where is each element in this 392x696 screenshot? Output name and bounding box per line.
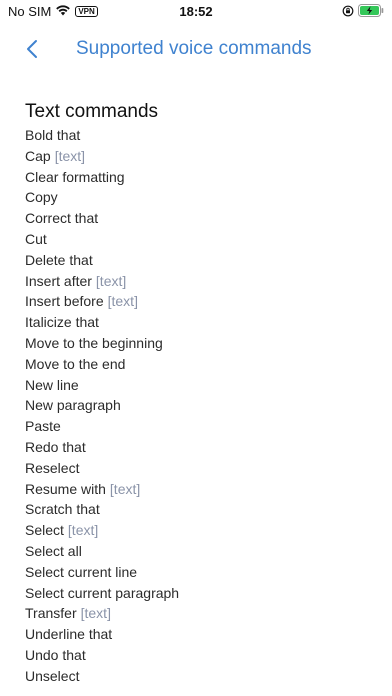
command-label: Insert after xyxy=(25,272,92,289)
command-argument: [text] xyxy=(107,293,138,310)
orientation-lock-icon xyxy=(342,5,354,20)
command-label: Underline that xyxy=(25,626,113,643)
command-item: Reselect xyxy=(25,458,375,479)
command-label: Paste xyxy=(25,418,61,435)
command-argument: [text] xyxy=(67,522,99,539)
command-item: Correct that xyxy=(25,208,375,229)
command-item: Clear formatting xyxy=(25,167,375,188)
command-item: Select current line xyxy=(25,562,375,583)
command-item: New paragraph xyxy=(25,395,375,416)
chevron-left-icon xyxy=(26,39,38,64)
command-label: Move to the end xyxy=(25,355,126,372)
command-label: Transfer xyxy=(25,605,77,622)
command-label: Cut xyxy=(25,230,47,247)
command-item: Select all xyxy=(25,541,375,562)
command-item: Bold that xyxy=(25,125,375,146)
command-item: Select current paragraph xyxy=(25,583,375,604)
command-label: Bold that xyxy=(25,127,81,143)
command-item: Resume with [text] xyxy=(25,479,375,500)
command-argument: [text] xyxy=(54,147,86,164)
command-item: Insert after [text] xyxy=(25,271,375,292)
command-item: Cut xyxy=(25,229,375,250)
command-item: New line xyxy=(25,375,375,396)
command-argument: [text] xyxy=(95,272,127,289)
command-item: Copy xyxy=(25,187,375,208)
command-label: Clear formatting xyxy=(25,168,125,185)
command-item: Move to the beginning xyxy=(25,333,375,354)
command-label: Resume with xyxy=(25,480,106,497)
command-list: Bold that Cap [text] Clear formatting Copy Co… xyxy=(25,125,375,687)
command-item: Underline that xyxy=(25,624,375,645)
command-item: Paste xyxy=(25,416,375,437)
command-label: Italicize that xyxy=(25,314,99,331)
command-argument: [text] xyxy=(109,480,141,497)
command-label: Move to the beginning xyxy=(25,334,163,351)
command-item: Cap [text] xyxy=(25,146,375,167)
command-item: Transfer [text] xyxy=(25,603,375,624)
section-title: Text commands xyxy=(25,101,159,122)
command-label: New line xyxy=(25,376,79,393)
command-label: Select xyxy=(25,522,64,539)
commands-content: Text commands Bold that Cap [text] Clear fo… xyxy=(25,100,375,687)
command-label: Redo that xyxy=(25,438,86,455)
command-label: Cap xyxy=(25,147,51,164)
command-argument: [text] xyxy=(80,605,111,622)
command-label: Select current line xyxy=(25,563,138,580)
command-label: Undo that xyxy=(25,646,86,663)
status-right xyxy=(342,4,384,20)
battery-charging-icon xyxy=(358,4,384,20)
command-item: Delete that xyxy=(25,250,375,271)
command-item: Insert before [text] xyxy=(25,291,375,312)
command-label: Unselect xyxy=(25,667,80,684)
command-label: New paragraph xyxy=(25,397,121,414)
command-label: Delete that xyxy=(25,251,93,268)
status-time: 18:52 xyxy=(179,4,213,19)
navigation-bar: Supported voice commands xyxy=(0,30,392,74)
command-label: Insert before xyxy=(25,293,104,310)
command-item: Italicize that xyxy=(25,312,375,333)
command-label: Copy xyxy=(25,189,58,206)
command-item: Unselect xyxy=(25,666,375,687)
command-label: Reselect xyxy=(25,459,80,476)
command-item: Select [text] xyxy=(25,520,375,541)
command-label: Correct that xyxy=(25,210,99,227)
command-item: Redo that xyxy=(25,437,375,458)
command-label: Select current paragraph xyxy=(25,584,180,601)
command-item: Move to the end xyxy=(25,354,375,375)
page-title: Supported voice commands xyxy=(76,38,312,59)
status-bar: No SIM VPN 18:52 xyxy=(0,0,392,26)
back-button[interactable] xyxy=(18,36,46,66)
command-item: Scratch that xyxy=(25,499,375,520)
command-item: Undo that xyxy=(25,645,375,666)
command-label: Select all xyxy=(25,542,82,559)
command-label: Scratch that xyxy=(25,501,100,518)
